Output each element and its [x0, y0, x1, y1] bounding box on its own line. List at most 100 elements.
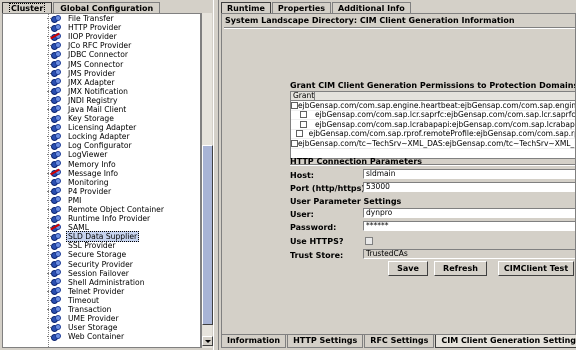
service-item[interactable]: Log Configurator: [47, 141, 166, 150]
service-stopped-icon: [50, 32, 61, 41]
service-item[interactable]: Web Container: [47, 332, 166, 341]
service-item[interactable]: JMS Provider: [47, 69, 166, 78]
service-stopped-icon: [50, 168, 61, 178]
host-field[interactable]: sldmain: [363, 169, 575, 179]
user-field[interactable]: dynpro: [363, 208, 575, 218]
service-item[interactable]: Licensing Adapter: [47, 123, 166, 132]
service-item[interactable]: Shell Administration: [47, 278, 166, 287]
user-section-title: User Parameter Settings: [290, 197, 402, 206]
service-item[interactable]: IIOP Provider: [47, 32, 166, 41]
password-label: Password:: [290, 223, 337, 232]
service-item[interactable]: JCo RFC Provider: [47, 41, 166, 50]
service-item[interactable]: User Storage: [47, 323, 166, 332]
grant-table-header: Grant: [291, 91, 575, 101]
scrollbar-thumb[interactable]: [202, 145, 213, 325]
password-field[interactable]: ******: [363, 221, 575, 231]
service-item[interactable]: Memory Info: [47, 160, 166, 169]
http-section-title: HTTP Connection Parameters: [290, 157, 423, 166]
grant-row[interactable]: ejbGensap.com/com.sap.engine.heartbeat:e…: [291, 101, 575, 111]
service-item[interactable]: PMI: [47, 196, 166, 205]
service-item[interactable]: Java Mail Client: [47, 105, 166, 114]
use-https-checkbox[interactable]: [365, 237, 373, 245]
service-label: JCo RFC Provider: [68, 41, 132, 51]
grant-checkbox[interactable]: [299, 111, 307, 119]
service-item[interactable]: SSL Provider: [47, 241, 166, 250]
domain-name: ejbGensap.com/com.sap.lcr.saprfc:ejbGens…: [315, 110, 576, 120]
service-item[interactable]: Monitoring: [47, 178, 166, 187]
service-item[interactable]: Security Provider: [47, 260, 166, 269]
service-item[interactable]: LogViewer: [47, 150, 166, 159]
service-icon: [51, 69, 61, 78]
service-icon: [51, 314, 61, 323]
service-label: File Transfer: [68, 14, 114, 24]
service-item[interactable]: JNDI Registry: [47, 96, 166, 105]
service-item[interactable]: Telnet Provider: [47, 287, 166, 296]
service-item[interactable]: JMX Adapter: [47, 78, 166, 87]
grant-row[interactable]: ejbGensap.com/tc~TechSrv~XML_DAS:ejbGens…: [291, 139, 575, 149]
service-item[interactable]: JMX Notification: [47, 87, 166, 96]
service-label: Telnet Provider: [68, 286, 125, 296]
service-label: JDBC Connector: [68, 50, 129, 60]
scroll-down-button[interactable]: [202, 336, 213, 346]
save-button[interactable]: Save: [388, 261, 428, 276]
service-icon: [51, 269, 61, 278]
grant-checkbox[interactable]: [291, 139, 298, 147]
grant-table: Grant ejbGensap.com/com.sap.engine.heart…: [290, 91, 576, 159]
tab-rfc-settings[interactable]: RFC Settings: [364, 335, 435, 348]
service-icon: [51, 150, 61, 159]
service-item[interactable]: Runtime Info Provider: [47, 214, 166, 223]
grant-column-header: Grant: [293, 91, 315, 100]
service-icon: [51, 278, 61, 287]
service-icon: [51, 160, 61, 169]
service-item[interactable]: Key Storage: [47, 114, 166, 123]
service-label: Runtime Info Provider: [68, 214, 151, 224]
tab-information[interactable]: Information: [221, 335, 287, 348]
service-item[interactable]: P4 Provider: [47, 187, 166, 196]
service-item[interactable]: JMS Connector: [47, 59, 166, 69]
service-item[interactable]: HTTP Provider: [47, 23, 166, 32]
service-icon: [51, 132, 61, 141]
service-label: Timeout: [68, 295, 100, 305]
truststore-field[interactable]: TrustedCAs: [363, 249, 575, 259]
user-label: User:: [290, 210, 314, 219]
service-stopped-icon: [50, 223, 61, 232]
service-icon: [51, 250, 61, 259]
grant-checkbox[interactable]: [299, 120, 307, 128]
service-label: JMX Adapter: [68, 77, 115, 87]
vertical-scrollbar[interactable]: [201, 13, 213, 348]
service-icon: [51, 141, 61, 150]
port-field[interactable]: 53000: [363, 182, 575, 192]
refresh-button[interactable]: Refresh: [434, 261, 487, 276]
service-label: Security Provider: [68, 259, 133, 269]
grant-cell: [291, 130, 309, 138]
grant-row[interactable]: ejbGensap.com/com.sap.lcr.saprfc:ejbGens…: [291, 110, 576, 120]
service-item[interactable]: Message Info: [47, 169, 166, 178]
service-icon: [51, 123, 61, 132]
service-item[interactable]: Locking Adapter: [47, 132, 166, 141]
service-icon: [51, 105, 61, 114]
service-item[interactable]: Session Failover: [47, 269, 166, 278]
service-item[interactable]: Secure Storage: [47, 250, 166, 259]
service-item[interactable]: SLD Data Supplier: [47, 231, 166, 243]
service-item[interactable]: File Transfer: [47, 14, 166, 23]
service-icon: [51, 14, 61, 23]
service-icon: [51, 78, 61, 87]
tab-http-settings[interactable]: HTTP Settings: [287, 335, 364, 348]
domain-name: ejbGensap.com/com.sap.rprof.remoteProfil…: [308, 129, 576, 139]
service-item[interactable]: JDBC Connector: [47, 50, 166, 59]
services-list: File Transfer HTTP Provider IIOP Provider J…: [47, 14, 166, 341]
service-item[interactable]: UME Provider: [47, 314, 166, 323]
grant-checkbox[interactable]: [291, 101, 298, 109]
service-label: PMI: [68, 195, 82, 205]
grant-row[interactable]: ejbGensap.com/com.sap.rprof.remoteProfil…: [291, 129, 576, 139]
service-icon: [51, 114, 61, 123]
cimclient-test-button[interactable]: CIMClient Test: [498, 261, 574, 276]
service-item[interactable]: Transaction: [47, 305, 166, 314]
section-title: System Landscape Directory: CIM Client G…: [225, 16, 515, 25]
grant-row[interactable]: ejbGensap.com/com.sap.lcrabapapi:ejbGens…: [291, 120, 575, 130]
grant-checkbox[interactable]: [296, 130, 304, 138]
tab-cim-client-generation-settings[interactable]: CIM Client Generation Settings: [435, 335, 576, 348]
service-item[interactable]: Timeout: [47, 296, 166, 305]
service-icon: [51, 23, 61, 32]
service-item[interactable]: Remote Object Container: [47, 205, 166, 214]
